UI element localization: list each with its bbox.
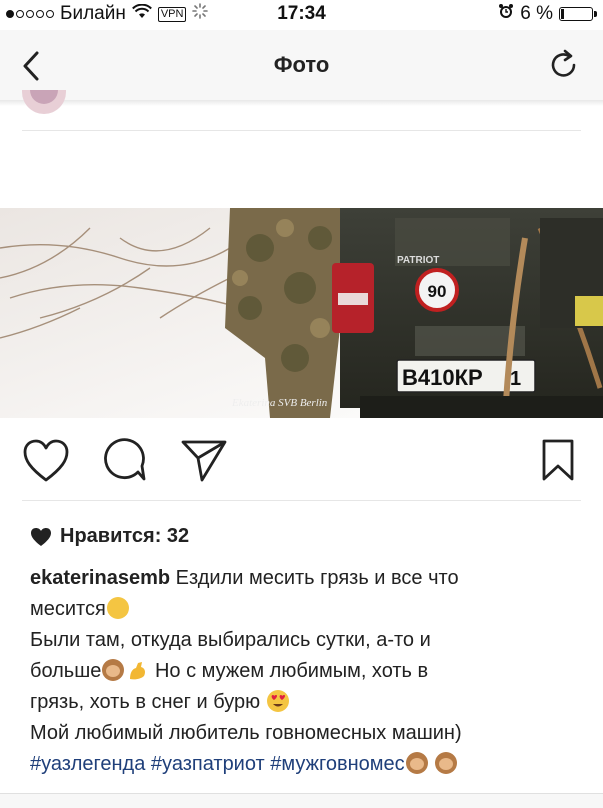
brand-text: PATRIOT: [397, 255, 439, 266]
refresh-button[interactable]: [547, 48, 581, 82]
caption-text-line5: грязь, хоть в снег и бурю: [30, 691, 266, 713]
caption-text-line4a: больше: [30, 660, 102, 682]
navbar-divider: [0, 100, 603, 106]
status-bar: Билайн VPN 17:34 6 %: [0, 0, 603, 30]
caption-text-line2: месится: [30, 598, 106, 620]
post-caption: ekaterinasemb Ездили месить грязь и все …: [30, 563, 590, 780]
caption-text-line6: Мой любимый любитель говномесных машин): [30, 722, 462, 744]
photo-watermark: Ekaterina SVB Berlin: [231, 397, 328, 409]
caption-text-line3: Были там, откуда выбирались сутки, а-то …: [30, 629, 431, 651]
comment-button[interactable]: [102, 438, 146, 487]
post-actions: [0, 438, 603, 486]
tab-bar: [0, 793, 603, 808]
alarm-icon: [498, 3, 514, 25]
hashtag-link[interactable]: #уазпатриот: [151, 753, 265, 775]
monkey-emoji-icon: [435, 752, 458, 774]
bookmark-button[interactable]: [540, 438, 576, 487]
actions-divider: [22, 500, 581, 501]
caption-text-line4b: Но с мужем любимым, хоть в: [149, 660, 429, 682]
status-right: 6 %: [498, 3, 597, 25]
comment-icon: [104, 438, 146, 481]
battery-label: 6 %: [520, 3, 553, 24]
monkey-emoji-icon: [405, 752, 428, 774]
likes-label: Нравится: 32: [60, 525, 190, 547]
laughing-emoji-icon: [106, 597, 129, 619]
flexed-biceps-emoji-icon: [126, 659, 148, 681]
page-title: Фото: [273, 52, 330, 77]
heart-icon: [23, 439, 69, 482]
monkey-emoji-icon: [102, 659, 125, 681]
speed-sign-text: 90: [428, 282, 447, 301]
license-plate-text: В410КР: [402, 365, 483, 390]
refresh-icon: [551, 49, 576, 77]
caption-username[interactable]: ekaterinasemb: [30, 567, 170, 589]
header-divider: [22, 130, 581, 131]
avatar[interactable]: [22, 90, 66, 114]
post-photo[interactable]: PATRIOT 90 В410КР 1 Ekaterina SVB Berlin: [0, 208, 603, 418]
bookmark-icon: [542, 439, 574, 481]
caption-text-line1: Ездили месить грязь и все что: [170, 567, 459, 589]
navigation-bar: Фото: [0, 30, 603, 100]
heart-eyes-emoji-icon: [266, 690, 289, 712]
license-plate-region: 1: [510, 368, 521, 390]
hashtag-link[interactable]: #уазлегенда: [30, 753, 145, 775]
heart-filled-icon: [31, 527, 51, 546]
likes-count[interactable]: Нравится: 32: [30, 525, 189, 548]
share-button[interactable]: [180, 438, 228, 487]
post-image: PATRIOT 90 В410КР 1 Ekaterina SVB Berlin: [0, 208, 603, 418]
battery-icon: [559, 7, 597, 21]
hashtag-link[interactable]: #мужговномес: [270, 753, 404, 775]
send-icon: [181, 440, 227, 482]
like-button[interactable]: [22, 438, 70, 489]
